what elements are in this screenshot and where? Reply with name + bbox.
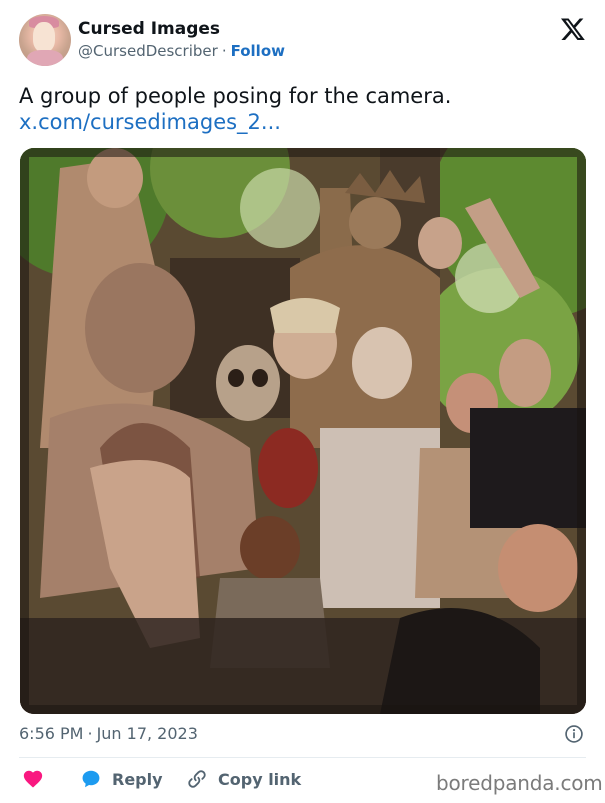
- tweet-timestamp[interactable]: 6:56 PM · Jun 17, 2023: [19, 724, 198, 743]
- boredpanda-watermark: boredpanda.com: [436, 771, 603, 795]
- tweet-date: Jun 17, 2023: [96, 724, 198, 743]
- timestamp-separator: ·: [87, 724, 93, 743]
- author-handle[interactable]: @CursedDescriber: [78, 42, 218, 60]
- link-icon: [188, 770, 206, 788]
- reply-button[interactable]: Reply: [80, 766, 163, 792]
- avatar[interactable]: [19, 14, 71, 66]
- x-logo-icon[interactable]: [559, 16, 587, 42]
- handle-separator: ·: [221, 42, 227, 60]
- tweet-photo[interactable]: [20, 148, 586, 714]
- copy-link-button[interactable]: Copy link: [186, 766, 301, 792]
- tweet-text: A group of people posing for the camera.: [19, 84, 452, 108]
- info-icon[interactable]: [564, 724, 584, 744]
- mannequins-photo-illustration: [20, 148, 586, 714]
- tweet-card: Cursed Images @CursedDescriber · Follow A …: [0, 0, 605, 803]
- divider: [19, 757, 586, 758]
- reply-label: Reply: [112, 769, 163, 789]
- follow-button[interactable]: Follow: [231, 42, 285, 60]
- tweet-time: 6:56 PM: [19, 724, 84, 743]
- reply-bubble-icon: [82, 770, 100, 788]
- tweet-link[interactable]: x.com/cursedimages_2...: [19, 108, 281, 137]
- author-handle-row: @CursedDescriber · Follow: [78, 42, 285, 60]
- author-display-name[interactable]: Cursed Images: [78, 19, 220, 39]
- copy-link-label: Copy link: [218, 769, 302, 789]
- heart-icon[interactable]: [22, 768, 44, 790]
